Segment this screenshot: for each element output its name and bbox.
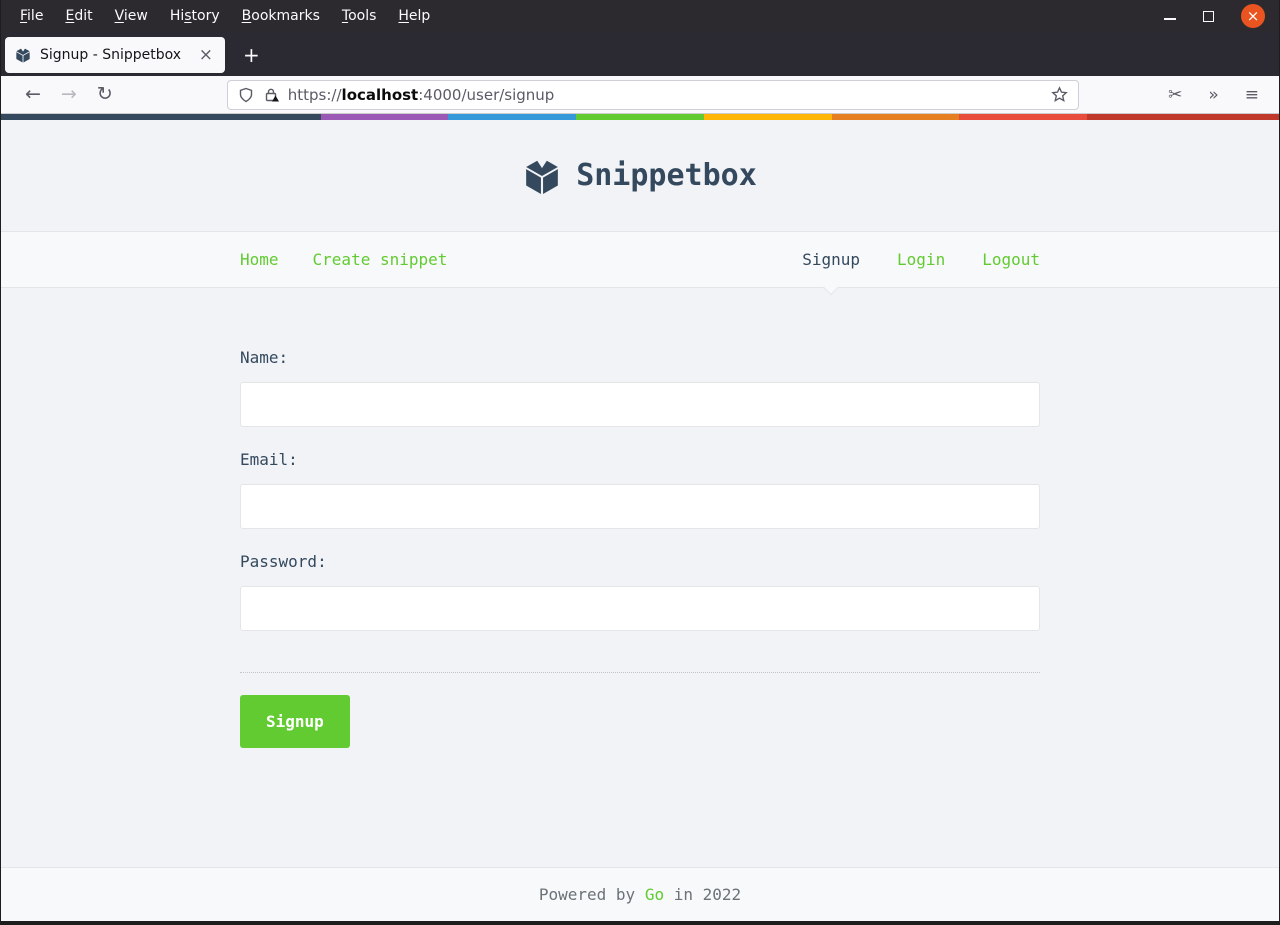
new-tab-button[interactable]: + <box>233 41 270 69</box>
back-button[interactable]: ← <box>15 85 51 104</box>
overflow-chevron-icon[interactable]: » <box>1202 85 1224 105</box>
menu-label: File <box>20 8 44 24</box>
menu-label: Edit <box>65 8 93 24</box>
snippetbox-favicon <box>16 47 30 63</box>
footer-text-suffix: in 2022 <box>664 885 742 904</box>
window-maximize-icon[interactable] <box>1203 10 1214 22</box>
bookmark-star-icon[interactable] <box>1050 86 1068 103</box>
main-content: Name: Email: Password: Signup <box>1 288 1279 867</box>
navigation-toolbar: ← → ↻ https://localhost:4000/user/signup <box>1 76 1279 114</box>
snippetbox-logo[interactable]: Snippetbox <box>523 156 757 195</box>
lock-warning-icon[interactable] <box>263 87 279 103</box>
name-input[interactable] <box>240 382 1040 427</box>
footer-text-prefix: Powered by <box>538 885 645 904</box>
nav-link-login[interactable]: Login <box>897 250 945 269</box>
nav-link-label: Signup <box>802 250 861 269</box>
nav-right-group: Signup Login Logout <box>802 250 1040 296</box>
window-controls: × <box>1164 4 1279 28</box>
browser-window: File Edit View History Bookmarks Tools H… <box>0 0 1280 925</box>
menu-history[interactable]: History <box>159 3 231 29</box>
email-input[interactable] <box>240 484 1040 529</box>
window-minimize-icon[interactable] <box>1164 18 1176 20</box>
forward-button[interactable]: → <box>51 85 87 104</box>
page-title: Snippetbox <box>576 158 757 193</box>
nav-left-group: Home Create snippet <box>240 250 447 269</box>
tab-title: Signup - Snippetbox <box>40 47 182 63</box>
toolbar-right-cluster: ✂ » ≡ <box>1162 85 1265 105</box>
tab-signup-snippetbox[interactable]: Signup - Snippetbox × <box>5 37 225 73</box>
box-logo-icon <box>526 156 559 194</box>
tracking-shield-icon[interactable] <box>238 87 254 103</box>
site-header: Snippetbox <box>1 120 1279 231</box>
url-text: https://localhost:4000/user/signup <box>287 85 555 104</box>
signup-submit-button[interactable]: Signup <box>240 695 350 748</box>
menu-label: View <box>114 8 148 24</box>
menu-label: Bookmarks <box>241 8 320 24</box>
footer-go-link[interactable]: Go <box>645 885 664 904</box>
app-menu-icon[interactable]: ≡ <box>1239 85 1265 105</box>
menu-label: Help <box>398 8 431 24</box>
menu-bar: File Edit View History Bookmarks Tools H… <box>1 0 1279 32</box>
tab-close-icon[interactable]: × <box>193 44 219 66</box>
site-footer: Powered by Go in 2022 <box>1 867 1279 921</box>
screenshot-icon[interactable]: ✂ <box>1162 85 1188 105</box>
email-label: Email: <box>240 450 298 469</box>
dotted-divider <box>240 672 1040 673</box>
window-close-icon[interactable]: × <box>1241 4 1265 28</box>
menu-tools[interactable]: Tools <box>331 3 388 29</box>
password-label: Password: <box>240 552 327 571</box>
tab-bar: Signup - Snippetbox × + <box>1 32 1279 76</box>
menu-view[interactable]: View <box>104 3 159 29</box>
nav-link-logout[interactable]: Logout <box>982 250 1040 269</box>
reload-button[interactable]: ↻ <box>87 85 123 104</box>
password-input[interactable] <box>240 586 1040 631</box>
nav-link-create-snippet[interactable]: Create snippet <box>313 250 448 269</box>
nav-link-home[interactable]: Home <box>240 250 279 269</box>
nav-link-signup[interactable]: Signup <box>802 250 861 296</box>
menu-bookmarks[interactable]: Bookmarks <box>231 3 331 29</box>
name-label: Name: <box>240 348 289 367</box>
menu-help[interactable]: Help <box>387 3 441 29</box>
menu-edit[interactable]: Edit <box>54 3 103 29</box>
url-bar[interactable]: https://localhost:4000/user/signup <box>226 79 1079 110</box>
menu-file[interactable]: File <box>9 3 54 29</box>
signup-form: Name: Email: Password: Signup <box>240 288 1040 748</box>
close-x-glyph: × <box>1246 6 1260 25</box>
menu-label: Tools <box>341 8 377 24</box>
site-nav: Home Create snippet Signup Login Logout <box>1 231 1279 296</box>
menu-label: History <box>169 8 220 24</box>
